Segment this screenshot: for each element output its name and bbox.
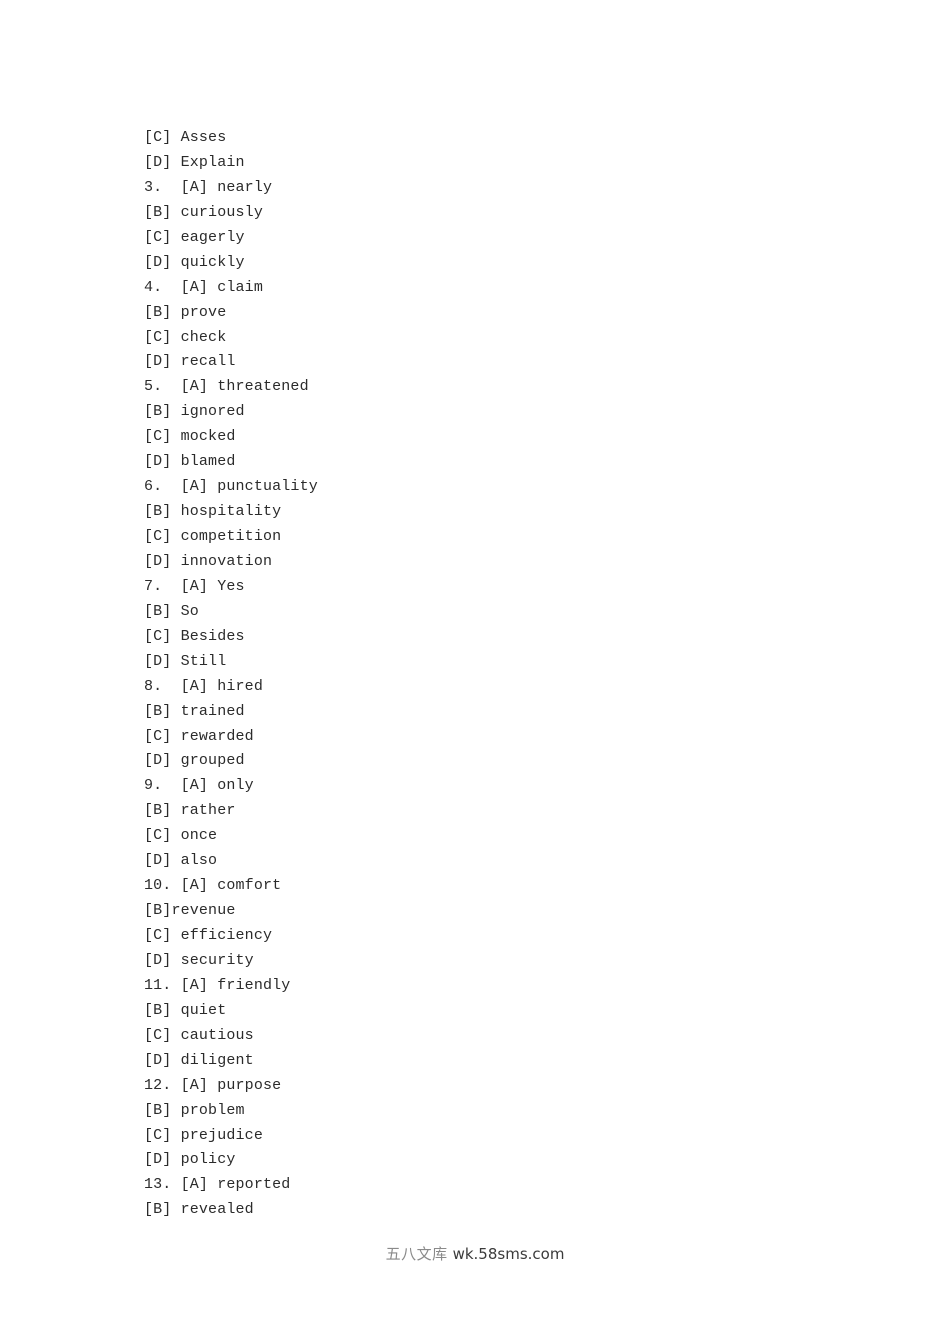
option-line: [B] revealed xyxy=(144,1201,254,1219)
watermark-site-name: 五八文库 xyxy=(385,1245,448,1263)
option-line: [D] Still xyxy=(144,652,227,670)
option-line: 5. [A] threatened xyxy=(144,378,309,396)
option-line: [C] efficiency xyxy=(144,927,273,944)
option-line: [D] security xyxy=(144,951,254,969)
option-line: [D] innovation xyxy=(144,552,273,570)
option-line: [C] check xyxy=(144,328,227,346)
option-line: [D] quickly xyxy=(144,253,245,271)
option-line: 11. [A] friendly xyxy=(144,976,291,994)
option-line: 6. [A] punctuality xyxy=(144,478,318,496)
watermark-url: wk.58sms.com xyxy=(452,1245,565,1263)
option-line: [B] hospitality xyxy=(144,503,282,521)
option-line: [D] diligent xyxy=(144,1051,254,1069)
option-line: [B] quiet xyxy=(144,1001,227,1019)
option-line: 10. [A] comfort xyxy=(144,877,282,895)
option-line: 7. [A] Yes xyxy=(144,577,245,595)
option-line: [C] eagerly xyxy=(144,228,245,246)
option-line: [B] curiously xyxy=(144,203,263,221)
option-line: [C] cautious xyxy=(144,1026,254,1044)
option-line: [C] rewarded xyxy=(144,727,254,745)
option-line: 12. [A] purpose xyxy=(144,1076,282,1094)
option-line: [C] Besides xyxy=(144,627,245,645)
option-line: [B] trained xyxy=(144,702,245,720)
option-line: 13. [A] reported xyxy=(144,1176,291,1194)
option-line: [D] Explain xyxy=(144,153,245,171)
document-page: [C] Asses [D] Explain 3. [A] nearly [B] cur… xyxy=(0,0,950,1344)
option-line: [B]revenue xyxy=(144,902,236,920)
option-line: 9. [A] only xyxy=(144,777,254,795)
option-line: 8. [A] hired xyxy=(144,677,263,695)
option-line: [B] So xyxy=(144,602,199,620)
answer-options-list: [C] Asses [D] Explain 3. [A] nearly [B] cur… xyxy=(144,126,844,1223)
option-line: [C] once xyxy=(144,827,218,845)
option-line: [C] mocked xyxy=(144,428,236,446)
option-line: [D] recall xyxy=(144,353,236,371)
watermark: 五八文库 wk.58sms.com xyxy=(0,1243,950,1266)
option-line: [D] policy xyxy=(144,1151,236,1169)
option-line: [B] rather xyxy=(144,802,236,820)
option-line: [D] also xyxy=(144,852,218,870)
option-line: [C] Asses xyxy=(144,129,227,146)
option-line: [B] ignored xyxy=(144,403,245,421)
option-line: [B] problem xyxy=(144,1101,245,1119)
option-line: 3. [A] nearly xyxy=(144,178,273,196)
option-line: [D] grouped xyxy=(144,752,245,770)
option-line: [C] competition xyxy=(144,528,282,545)
option-line: [B] prove xyxy=(144,303,227,321)
option-line: 4. [A] claim xyxy=(144,278,263,296)
option-line: [D] blamed xyxy=(144,453,236,471)
option-line: [C] prejudice xyxy=(144,1126,263,1144)
